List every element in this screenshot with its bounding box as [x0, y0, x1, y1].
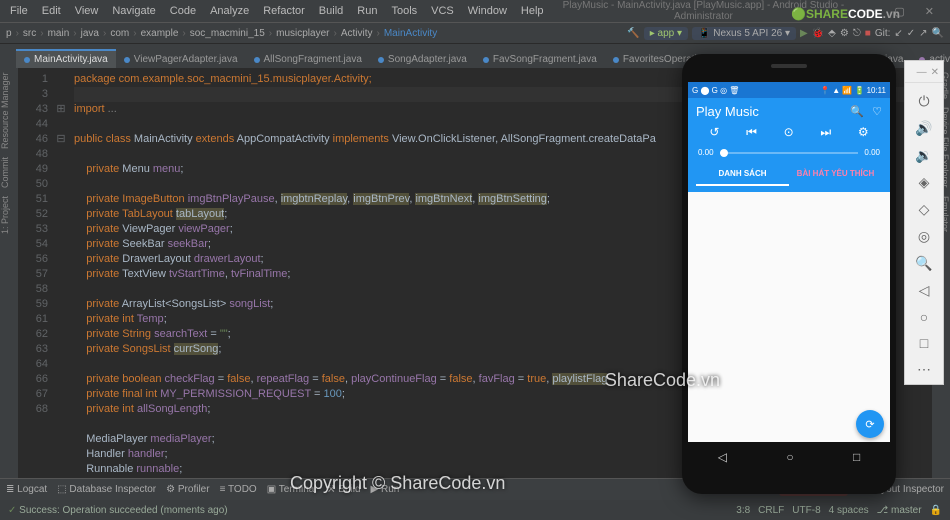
time-start: 0.00 — [698, 148, 714, 157]
tab-yeuthich[interactable]: BÀI HÁT YÊU THÍCH — [789, 163, 882, 186]
git-commit-icon[interactable]: ✓ — [907, 28, 915, 39]
status-icons: G ⬤ G ◎ 🗑 — [692, 86, 739, 95]
rotate-right-icon[interactable]: ◇ — [919, 201, 930, 218]
menu-file[interactable]: File — [4, 3, 34, 19]
git-push-icon[interactable]: ↗ — [919, 28, 927, 39]
menu-window[interactable]: Window — [462, 3, 513, 19]
run-button[interactable]: ▶ — [800, 28, 808, 39]
app-bar: Play Music 🔍 ♡ ↺ ⏮ ⊙ ⏭ ⚙ 0.00 0.00 DANH … — [688, 98, 890, 192]
favorite-icon[interactable]: ♡ — [872, 105, 882, 118]
power-icon[interactable]: ⏻ — [918, 93, 929, 110]
seek-bar[interactable] — [720, 152, 859, 154]
tool-run[interactable]: ▶ Run — [371, 484, 400, 495]
breadcrumb[interactable]: MainActivity — [384, 28, 437, 39]
tool-build[interactable]: ⚒ Build — [327, 484, 361, 495]
breadcrumb[interactable]: com — [110, 28, 129, 39]
tool-resource-manager[interactable]: Resource Manager — [0, 72, 18, 149]
back-icon[interactable]: ◁ — [919, 282, 930, 299]
next-button[interactable]: ⏭ — [820, 125, 831, 140]
breadcrumb[interactable]: example — [141, 28, 179, 39]
back-button[interactable]: ◁ — [718, 450, 727, 464]
tab-allsongfragment[interactable]: AllSongFragment.java — [246, 49, 370, 68]
menu-analyze[interactable]: Analyze — [204, 3, 255, 19]
run-config-select[interactable]: ▸ app ▾ — [644, 27, 688, 40]
home-button[interactable]: ○ — [786, 450, 793, 464]
menu-edit[interactable]: Edit — [36, 3, 67, 19]
sidebar-minimize[interactable]: — — [917, 67, 927, 78]
search-icon[interactable]: 🔍 — [932, 28, 944, 39]
emulator-sidebar: — ✕ ⏻ 🔊 🔉 ◈ ◇ ◎ 🔍 ◁ ○ □ ⋯ — [904, 60, 944, 385]
settings-button[interactable]: ⚙ — [858, 125, 869, 140]
fold-column[interactable]: ⊞ ⊟ — [54, 68, 68, 478]
attach-button[interactable]: ⎋ — [853, 28, 861, 39]
time-end: 0.00 — [864, 148, 880, 157]
sharecode-logo: 🟢SHARECODE.vn — [791, 7, 900, 21]
debug-button[interactable]: 🐞 — [812, 28, 824, 39]
tool-profiler[interactable]: ⚙ Profiler — [166, 484, 209, 495]
breadcrumb[interactable]: musicplayer — [276, 28, 329, 39]
tool-commit[interactable]: Commit — [0, 157, 18, 188]
profile-button[interactable]: ⚙ — [840, 28, 849, 39]
menu-run[interactable]: Run — [351, 3, 383, 19]
tab-viewpageradapter[interactable]: ViewPagerAdapter.java — [116, 49, 246, 68]
song-list-area[interactable] — [688, 192, 890, 442]
close-button[interactable]: ✕ — [919, 3, 940, 20]
tool-todo[interactable]: ≡ TODO — [220, 484, 257, 495]
fab-refresh[interactable]: ⟳ — [856, 410, 884, 438]
breadcrumb-bar: p› src› main› java› com› example› soc_ma… — [0, 22, 950, 44]
menu-vcs[interactable]: VCS — [425, 3, 460, 19]
tool-project[interactable]: 1: Project — [0, 196, 18, 234]
search-icon[interactable]: 🔍 — [850, 105, 864, 118]
app-title: Play Music — [696, 104, 850, 119]
volume-up-icon[interactable]: 🔊 — [915, 120, 932, 137]
zoom-icon[interactable]: 🔍 — [915, 255, 932, 272]
git-update-icon[interactable]: ↙ — [894, 28, 902, 39]
emulator-screen[interactable]: G ⬤ G ◎ 🗑 📍 ▲ 📶 🔋 10:11 Play Music 🔍 ♡ ↺… — [688, 82, 890, 442]
tool-logcat[interactable]: ≣ Logcat — [6, 484, 47, 495]
menu-help[interactable]: Help — [515, 3, 550, 19]
android-status-bar: G ⬤ G ◎ 🗑 📍 ▲ 📶 🔋 10:11 — [688, 82, 890, 98]
volume-down-icon[interactable]: 🔉 — [915, 147, 932, 164]
status-bar: Success: Operation succeeded (moments ag… — [0, 500, 950, 520]
android-nav-bar: ◁ ○ □ — [688, 442, 890, 472]
tab-mainactivity[interactable]: MainActivity.java — [16, 49, 116, 68]
rotate-left-icon[interactable]: ◈ — [919, 174, 930, 191]
signal-icon: 📍 ▲ 📶 🔋 — [820, 86, 864, 95]
breadcrumb[interactable]: p — [6, 28, 12, 39]
menu-code[interactable]: Code — [164, 3, 202, 19]
breadcrumb[interactable]: Activity — [341, 28, 373, 39]
tool-db-inspector[interactable]: ⬚ Database Inspector — [57, 484, 156, 495]
camera-icon[interactable]: ◎ — [918, 228, 930, 245]
home-icon[interactable]: ○ — [920, 309, 928, 325]
stop-button[interactable]: ■ — [865, 28, 871, 39]
menu-tools[interactable]: Tools — [385, 3, 423, 19]
breadcrumb[interactable]: soc_macmini_15 — [190, 28, 265, 39]
menu-view[interactable]: View — [69, 3, 105, 19]
breadcrumb[interactable]: java — [81, 28, 99, 39]
breadcrumb[interactable]: src — [23, 28, 36, 39]
more-icon[interactable]: ⋯ — [917, 361, 931, 378]
replay-button[interactable]: ↺ — [709, 125, 719, 140]
git-label: Git: — [875, 28, 891, 39]
menu-navigate[interactable]: Navigate — [106, 3, 161, 19]
menu-build[interactable]: Build — [313, 3, 349, 19]
tool-terminal[interactable]: ▣ Terminal — [267, 484, 317, 495]
clock: 10:11 — [867, 86, 886, 95]
line-numbers: 1343444648495051525354565758596162636466… — [18, 68, 54, 478]
emulator-device: G ⬤ G ◎ 🗑 📍 ▲ 📶 🔋 10:11 Play Music 🔍 ♡ ↺… — [682, 54, 896, 494]
breadcrumb[interactable]: main — [48, 28, 70, 39]
tab-favsongfragment[interactable]: FavSongFragment.java — [475, 49, 605, 68]
overview-icon[interactable]: □ — [920, 335, 928, 351]
coverage-button[interactable]: ⬘ — [828, 28, 836, 39]
prev-button[interactable]: ⏮ — [746, 125, 757, 140]
tab-songadapter[interactable]: SongAdapter.java — [370, 49, 475, 68]
tab-danhsach[interactable]: DANH SÁCH — [696, 163, 789, 186]
sidebar-close[interactable]: ✕ — [931, 67, 939, 78]
menu-refactor[interactable]: Refactor — [257, 3, 311, 19]
play-button[interactable]: ⊙ — [784, 125, 794, 140]
build-hammer-icon[interactable]: 🔨 — [627, 28, 639, 39]
left-tool-strip: 1: Project Commit Resource Manager — [0, 68, 18, 478]
recents-button[interactable]: □ — [853, 450, 860, 464]
device-select[interactable]: 📱 Nexus 5 API 26 ▾ — [692, 27, 796, 40]
